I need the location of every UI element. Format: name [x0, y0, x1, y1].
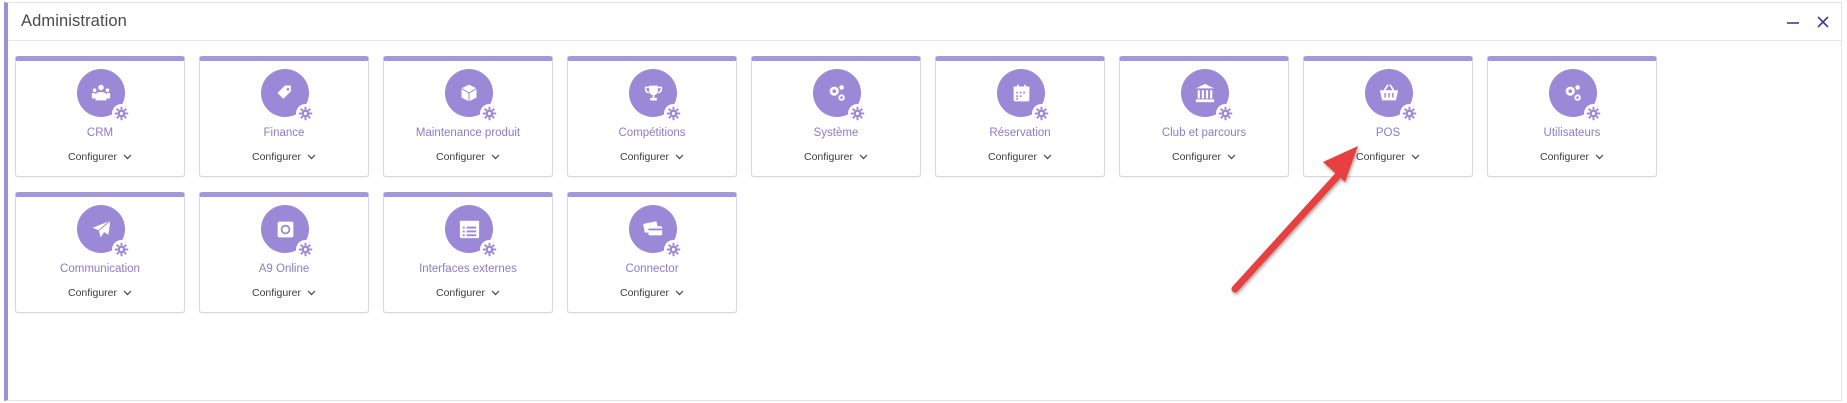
chevron-down-icon [1411, 151, 1420, 163]
chevron-down-icon [123, 151, 132, 163]
chevron-down-icon [1595, 151, 1604, 163]
gear-icon [296, 104, 315, 123]
module-tile-maintenance-produit[interactable]: Maintenance produit Configurer [383, 56, 553, 177]
configure-label: Configurer [803, 151, 854, 163]
minimize-button[interactable] [1785, 14, 1801, 30]
configure-dropdown[interactable]: Configurer [1488, 151, 1656, 163]
configure-label: Configurer [251, 151, 302, 163]
user-gear-icon [1549, 69, 1603, 123]
configure-label: Configurer [67, 151, 118, 163]
configure-dropdown[interactable]: Configurer [568, 287, 736, 299]
gear-icon [1032, 104, 1051, 123]
chevron-down-icon [307, 151, 316, 163]
module-tile-utilisateurs[interactable]: Utilisateurs Configurer [1487, 56, 1657, 177]
module-label[interactable]: Finance [200, 127, 368, 139]
bank-icon [1181, 69, 1235, 123]
configure-dropdown[interactable]: Configurer [384, 287, 552, 299]
window-controls [1785, 14, 1831, 30]
configure-dropdown[interactable]: Configurer [568, 151, 736, 163]
gear-icon [1216, 104, 1235, 123]
configure-label: Configurer [435, 151, 486, 163]
configure-dropdown[interactable]: Configurer [1120, 151, 1288, 163]
cards-icon [629, 205, 683, 259]
chevron-down-icon [1043, 151, 1052, 163]
module-label[interactable]: Réservation [936, 127, 1104, 139]
chevron-down-icon [491, 151, 500, 163]
configure-dropdown[interactable]: Configurer [936, 151, 1104, 163]
window-list-icon [445, 205, 499, 259]
chevron-down-icon [491, 287, 500, 299]
module-label[interactable]: Maintenance produit [384, 127, 552, 139]
configure-label: Configurer [67, 287, 118, 299]
close-icon [1817, 15, 1829, 28]
calendar-icon [997, 69, 1051, 123]
module-label[interactable]: Compétitions [568, 127, 736, 139]
configure-label: Configurer [1355, 151, 1406, 163]
trophy-icon [629, 69, 683, 123]
gear-icon [480, 104, 499, 123]
module-tile-r-servation[interactable]: Réservation Configurer [935, 56, 1105, 177]
chevron-down-icon [123, 287, 132, 299]
configure-dropdown[interactable]: Configurer [200, 287, 368, 299]
crm-icon [77, 69, 131, 123]
configure-dropdown[interactable]: Configurer [1304, 151, 1472, 163]
module-label[interactable]: A9 Online [200, 263, 368, 275]
gear-icon [112, 240, 131, 259]
module-label[interactable]: Connector [568, 263, 736, 275]
module-tile-communication[interactable]: Communication Configurer [15, 192, 185, 313]
module-tile-syst-me[interactable]: Système Configurer [751, 56, 921, 177]
chevron-down-icon [307, 287, 316, 299]
gears-icon [813, 69, 867, 123]
gear-icon [480, 240, 499, 259]
configure-dropdown[interactable]: Configurer [200, 151, 368, 163]
module-label[interactable]: POS [1304, 127, 1472, 139]
configure-dropdown[interactable]: Configurer [16, 151, 184, 163]
configure-label: Configurer [619, 287, 670, 299]
module-label[interactable]: CRM [16, 127, 184, 139]
module-tile-comp-titions[interactable]: Compétitions Configurer [567, 56, 737, 177]
gear-icon [664, 104, 683, 123]
gear-icon [296, 240, 315, 259]
module-label[interactable]: Communication [16, 263, 184, 275]
gear-icon [848, 104, 867, 123]
chevron-down-icon [675, 287, 684, 299]
chevron-down-icon [675, 151, 684, 163]
module-tile-club-et-parcours[interactable]: Club et parcours Configurer [1119, 56, 1289, 177]
configure-dropdown[interactable]: Configurer [752, 151, 920, 163]
configure-dropdown[interactable]: Configurer [384, 151, 552, 163]
gear-icon [1400, 104, 1419, 123]
chevron-down-icon [1227, 151, 1236, 163]
module-tile-a9-online[interactable]: A9 Online Configurer [199, 192, 369, 313]
title-bar: Administration [8, 3, 1841, 41]
configure-label: Configurer [251, 287, 302, 299]
module-tile-finance[interactable]: Finance Configurer [199, 56, 369, 177]
window-title: Administration [21, 12, 127, 30]
module-label[interactable]: Utilisateurs [1488, 127, 1656, 139]
configure-label: Configurer [1539, 151, 1590, 163]
chevron-down-icon [859, 151, 868, 163]
close-button[interactable] [1815, 14, 1831, 30]
module-label[interactable]: Club et parcours [1120, 127, 1288, 139]
basket-icon [1365, 69, 1419, 123]
configure-label: Configurer [435, 287, 486, 299]
gear-icon [664, 240, 683, 259]
configure-label: Configurer [987, 151, 1038, 163]
online-icon [261, 205, 315, 259]
module-grid: CRM Configurer Finance Configurer Maintenanc… [15, 56, 1657, 313]
gear-icon [112, 104, 131, 123]
module-tile-connector[interactable]: Connector Configurer [567, 192, 737, 313]
module-tile-interfaces-externes[interactable]: Interfaces externes Configurer [383, 192, 553, 313]
module-tile-pos[interactable]: POS Configurer [1303, 56, 1473, 177]
configure-label: Configurer [619, 151, 670, 163]
configure-dropdown[interactable]: Configurer [16, 287, 184, 299]
configure-label: Configurer [1171, 151, 1222, 163]
minimize-icon [1787, 21, 1799, 24]
package-icon [445, 69, 499, 123]
gear-icon [1584, 104, 1603, 123]
module-label[interactable]: Interfaces externes [384, 263, 552, 275]
tag-icon [261, 69, 315, 123]
module-label[interactable]: Système [752, 127, 920, 139]
paper-plane-icon [77, 205, 131, 259]
module-tile-crm[interactable]: CRM Configurer [15, 56, 185, 177]
